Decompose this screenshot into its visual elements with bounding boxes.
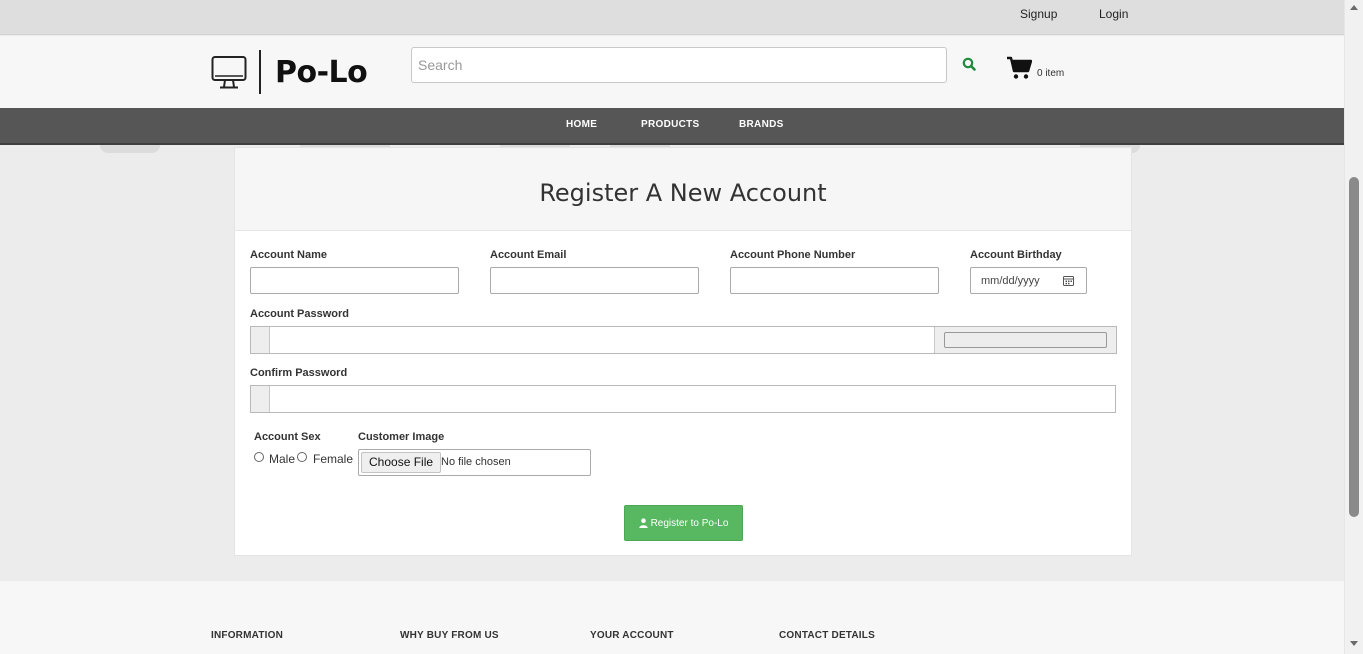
search-input[interactable] xyxy=(411,47,947,83)
watermark-fragment xyxy=(100,145,160,153)
footer-heading-contact: CONTACT DETAILS xyxy=(779,630,875,641)
page: Signup Login Po-Lo Search 0 item HOME PR… xyxy=(0,0,1344,654)
file-status: No file chosen xyxy=(441,456,511,468)
customer-image-label: Customer Image xyxy=(358,431,445,443)
account-sex-label: Account Sex xyxy=(254,431,321,443)
site-footer: INFORMATION WHY BUY FROM US YOUR ACCOUNT… xyxy=(0,581,1344,654)
login-link[interactable]: Login xyxy=(1099,7,1128,21)
nav-item-brands[interactable]: BRANDS xyxy=(739,119,784,130)
confirm-password-group xyxy=(250,385,1116,413)
account-password-input[interactable] xyxy=(270,327,933,353)
confirm-password-addon xyxy=(251,386,270,412)
scroll-down-arrow[interactable] xyxy=(1350,641,1358,646)
search-icon[interactable] xyxy=(958,53,980,75)
account-birthday-label: Account Birthday xyxy=(970,249,1062,261)
logo-divider xyxy=(259,50,261,94)
footer-heading-your-account: YOUR ACCOUNT xyxy=(590,630,674,641)
account-password-label: Account Password xyxy=(250,308,350,320)
account-phone-label: Account Phone Number xyxy=(730,249,856,261)
main-nav: HOME PRODUCTS BRANDS xyxy=(0,108,1344,145)
confirm-password-input[interactable] xyxy=(270,386,1115,412)
footer-heading-why-buy: WHY BUY FROM US xyxy=(400,630,499,641)
account-email-input[interactable] xyxy=(490,267,699,294)
register-panel: Register A New Account Account Name Acco… xyxy=(234,147,1132,556)
top-bar: Signup Login xyxy=(0,0,1344,35)
account-password-group xyxy=(250,326,1117,354)
register-button[interactable]: Register to Po-Lo xyxy=(624,505,743,541)
password-addon xyxy=(251,327,270,353)
nav-item-products[interactable]: PRODUCTS xyxy=(641,119,700,130)
site-logo[interactable]: Po-Lo xyxy=(211,49,368,95)
sex-radio-female[interactable] xyxy=(297,452,307,462)
cart-icon xyxy=(1007,56,1032,79)
register-button-label: Register to Po-Lo xyxy=(650,517,729,529)
account-phone-input[interactable] xyxy=(730,267,939,294)
footer-heading-information: INFORMATION xyxy=(211,630,284,641)
customer-image-input[interactable]: Choose File No file chosen xyxy=(358,449,591,476)
account-email-label: Account Email xyxy=(490,249,567,261)
site-header: Po-Lo 0 item xyxy=(0,36,1344,108)
page-title: Register A New Account xyxy=(539,179,827,207)
calendar-icon[interactable] xyxy=(1063,275,1074,286)
register-panel-header: Register A New Account xyxy=(235,148,1131,231)
logo-text: Po-Lo xyxy=(275,54,368,90)
cart-button[interactable]: 0 item xyxy=(1006,56,1064,80)
account-name-label: Account Name xyxy=(250,249,328,261)
birthday-placeholder: mm/dd/yyyy xyxy=(981,275,1040,287)
password-strength-addon xyxy=(934,327,1116,353)
confirm-password-label: Confirm Password xyxy=(250,367,348,379)
choose-file-button[interactable]: Choose File xyxy=(361,452,442,473)
sex-label-male: Male xyxy=(269,452,296,466)
page-scrollbar[interactable] xyxy=(1344,0,1363,654)
scroll-up-arrow[interactable] xyxy=(1350,5,1358,10)
scrollbar-thumb[interactable] xyxy=(1349,177,1359,517)
sex-radio-male[interactable] xyxy=(254,452,264,462)
user-icon xyxy=(638,518,648,528)
signup-link[interactable]: Signup xyxy=(1020,7,1057,21)
account-birthday-input[interactable]: mm/dd/yyyy xyxy=(970,267,1087,294)
account-name-input[interactable] xyxy=(250,267,459,294)
password-strength-meter xyxy=(944,332,1107,348)
nav-item-home[interactable]: HOME xyxy=(566,119,597,130)
cart-count: 0 item xyxy=(1037,68,1065,79)
monitor-icon xyxy=(211,56,247,89)
sex-label-female: Female xyxy=(313,452,354,466)
